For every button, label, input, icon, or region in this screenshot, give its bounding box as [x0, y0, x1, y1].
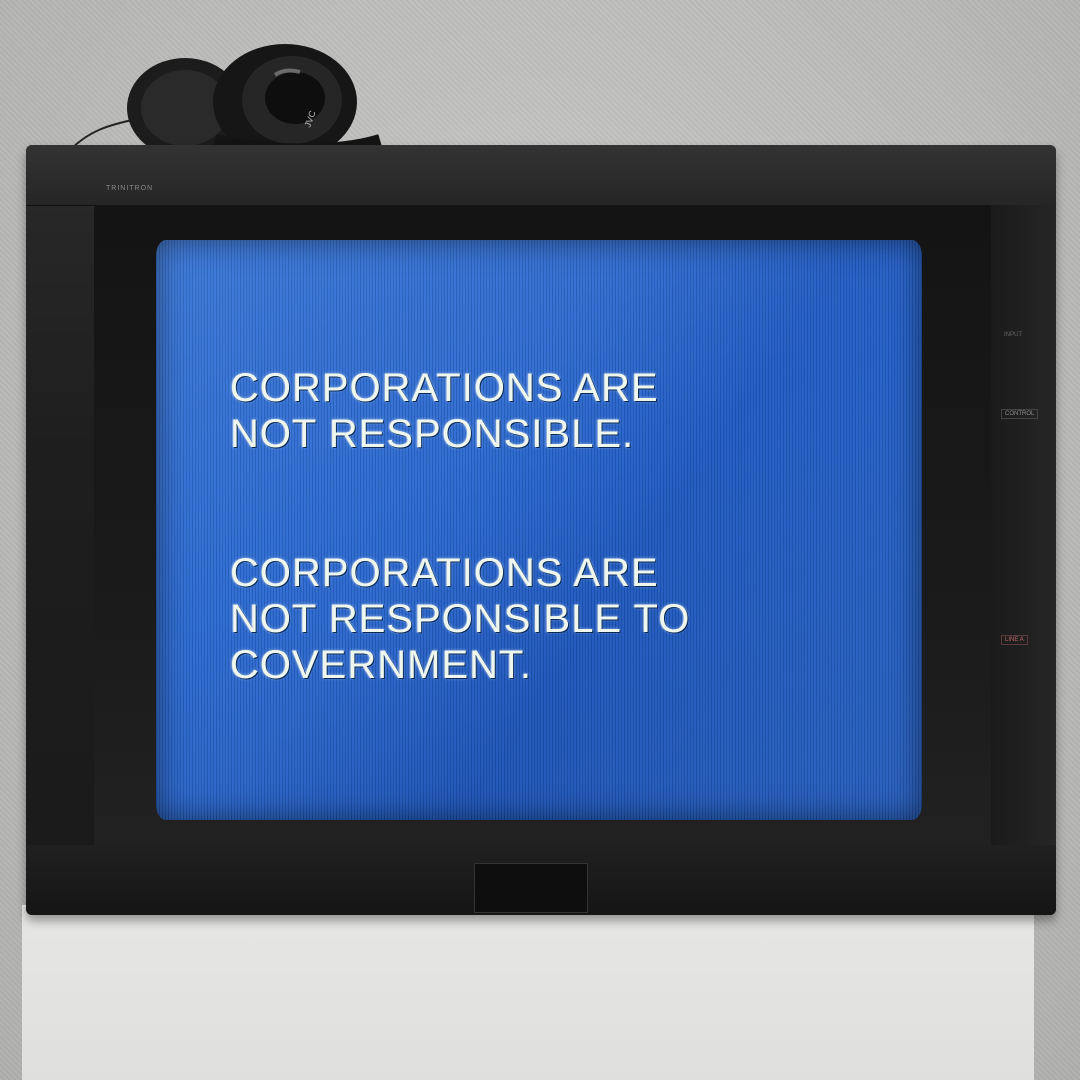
tv-input-label: INPUT [1004, 332, 1022, 338]
tv-brand-label: TRINITRON [106, 185, 154, 192]
headphones-icon: JVC [70, 44, 382, 155]
tv-control-button: CONTROL [1001, 409, 1039, 419]
screen-text-line: COVERNMENT. [230, 643, 533, 687]
tv-screen: CORPORATIONS ARE NOT RESPONSIBLE. CORPOR… [156, 240, 922, 820]
tv-top-band [26, 145, 1056, 206]
screen-text-line: CORPORATIONS ARE [230, 366, 659, 410]
screen-text-line: CORPORATIONS ARE [230, 551, 659, 595]
crt-television: TRINITRON INPUT CONTROL LINE A CORPORATI… [26, 145, 1056, 915]
screen-text-line: NOT RESPONSIBLE TO [230, 597, 691, 641]
screen-text-line: NOT RESPONSIBLE. [230, 412, 635, 456]
screen-text-block-2: CORPORATIONS ARE NOT RESPONSIBLE TO COVE… [230, 550, 870, 688]
tv-line-button: LINE A [1001, 635, 1028, 645]
pedestal [22, 905, 1034, 1080]
screen-text-block-1: CORPORATIONS ARE NOT RESPONSIBLE. [230, 365, 870, 457]
tv-bottom-tab [474, 863, 588, 913]
tv-side-panel [991, 205, 1056, 905]
